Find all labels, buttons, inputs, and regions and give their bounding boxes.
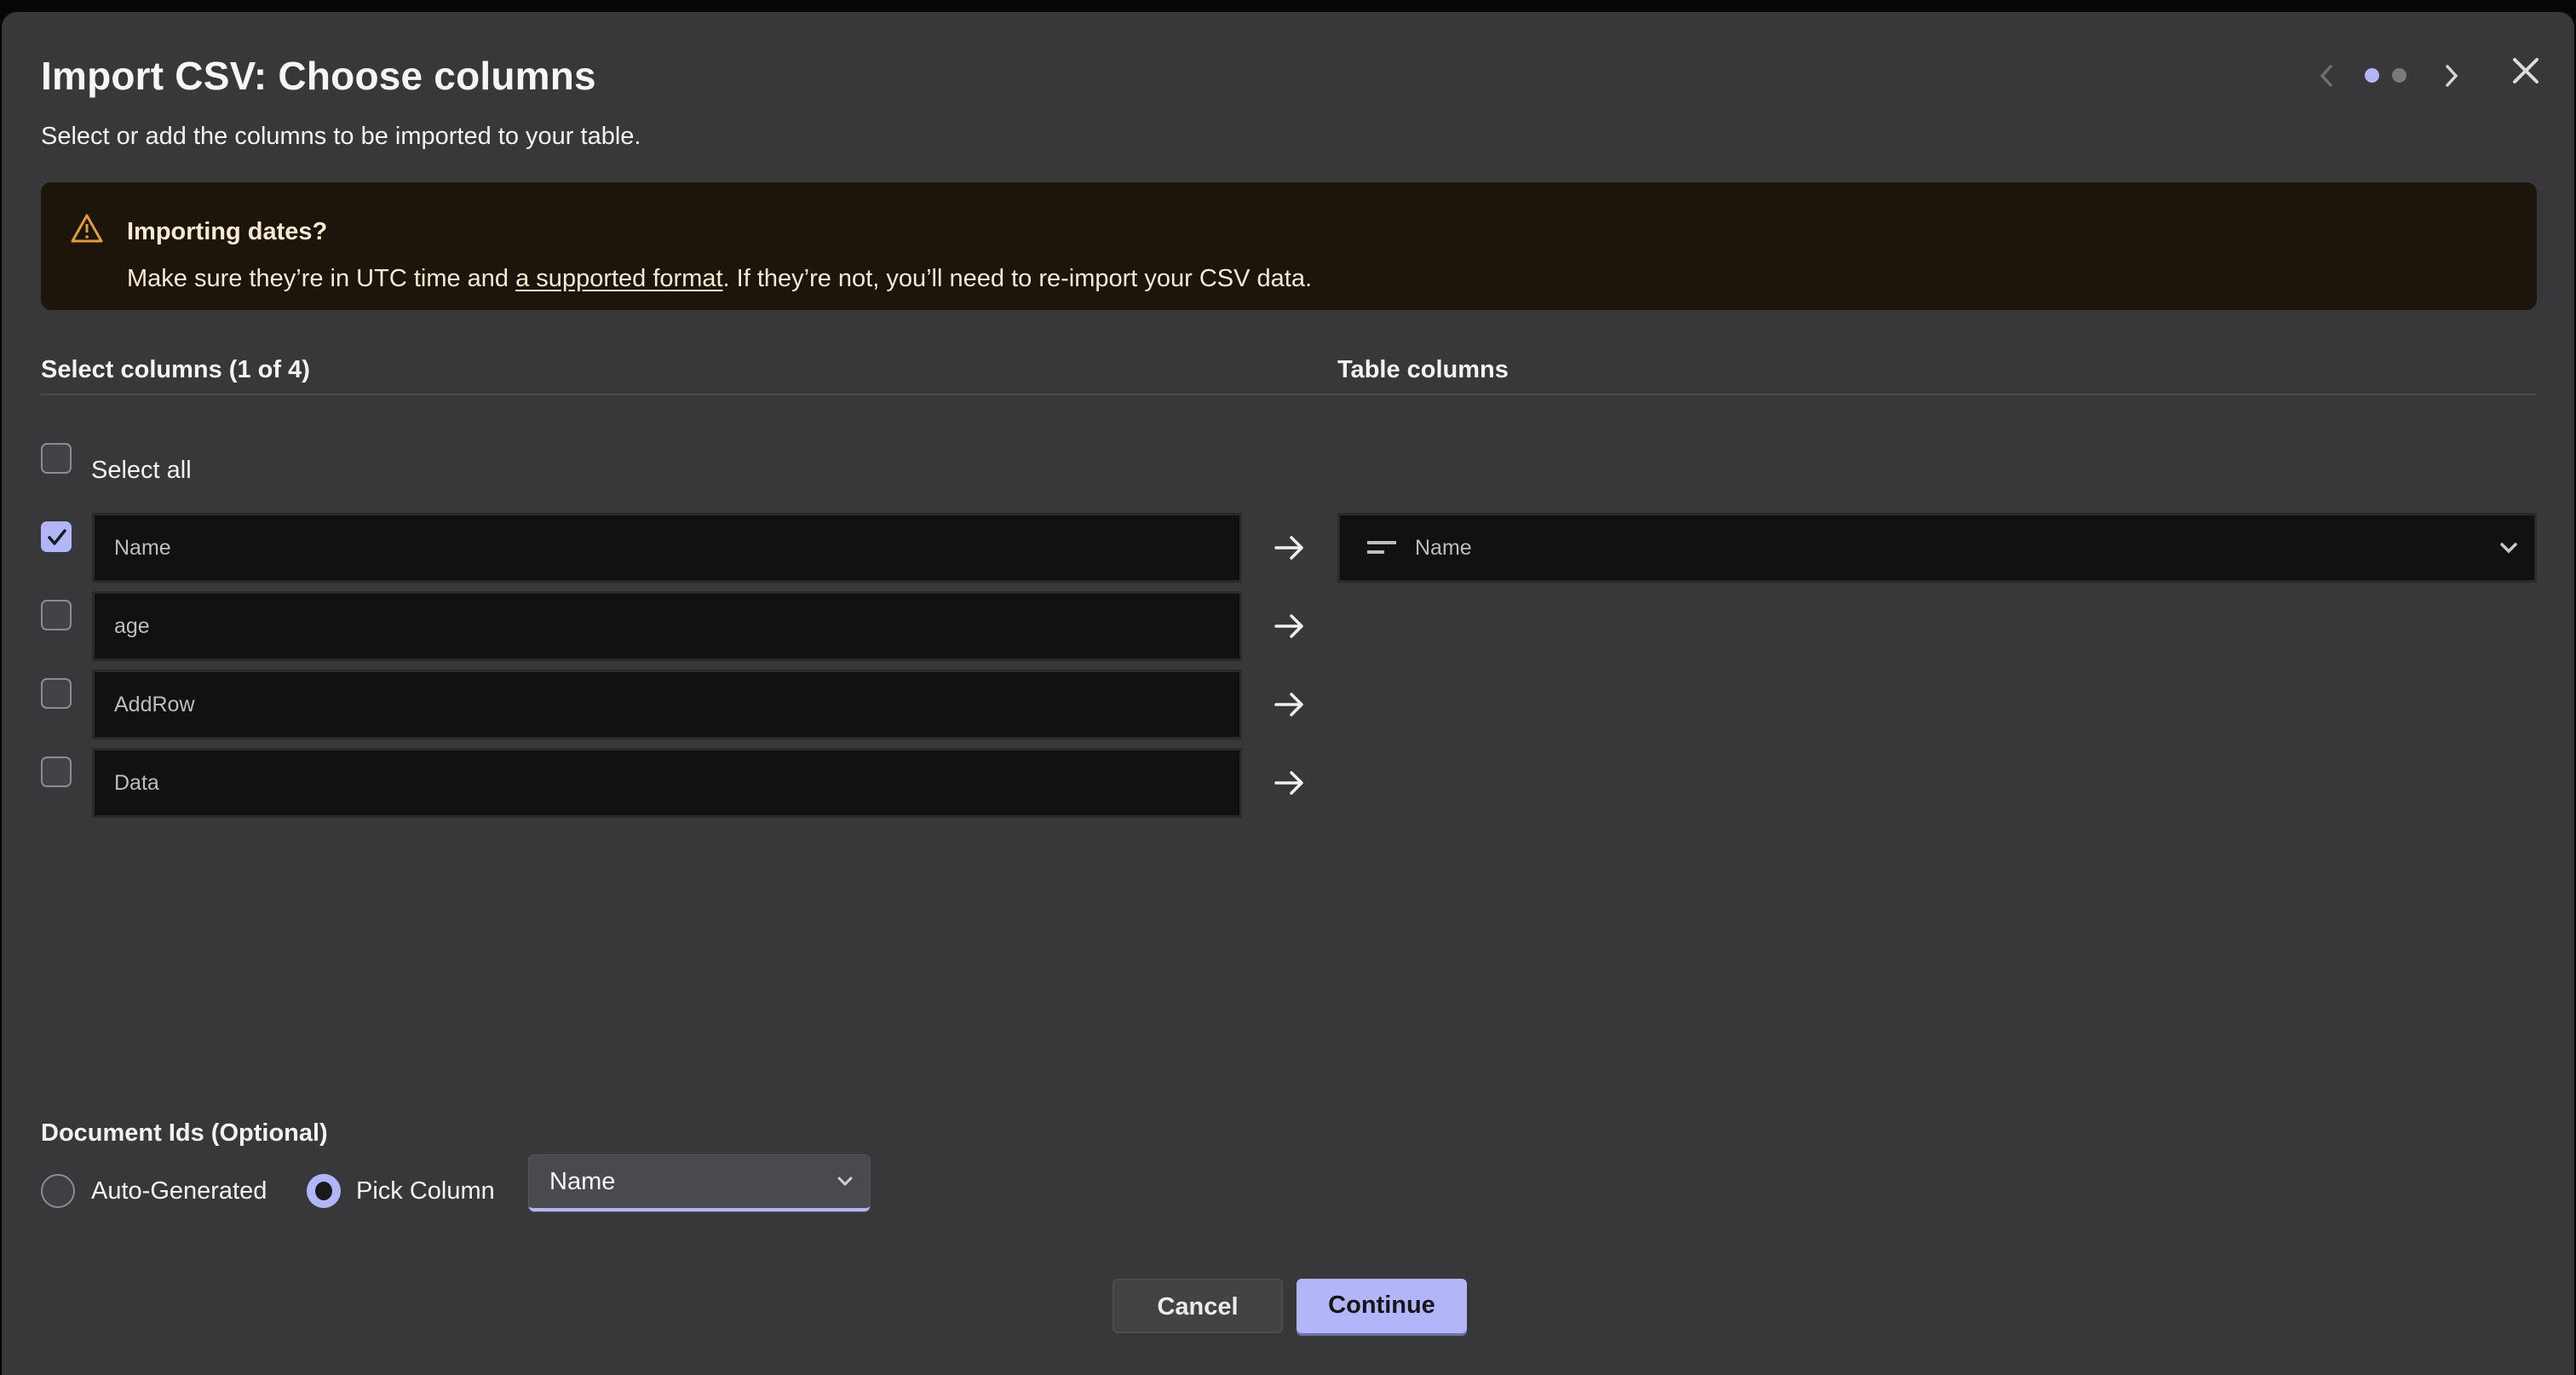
step-indicator-2 — [2392, 68, 2406, 83]
checkmark-icon — [48, 529, 66, 545]
supported-format-link[interactable]: a supported format — [515, 265, 722, 292]
column-checkbox-data[interactable] — [41, 757, 72, 787]
alert-body-text-end: . If they’re not, you’ll need to re-impo… — [722, 265, 1313, 292]
alert-body-text: Make sure they’re in UTC time and — [127, 265, 516, 292]
table-column-select-value: Name — [1415, 536, 1472, 560]
csv-column-field[interactable]: Name — [92, 513, 1242, 583]
next-step-button[interactable] — [2434, 55, 2468, 97]
select-all-checkbox[interactable] — [41, 443, 72, 474]
auto-generated-label: Auto-Generated — [91, 1177, 267, 1205]
close-icon — [2513, 58, 2539, 83]
document-ids-label: Document Ids (Optional) — [41, 1119, 328, 1147]
previous-step-button[interactable] — [2310, 55, 2344, 97]
select-columns-header: Select columns (1 of 4) — [41, 356, 310, 383]
dialog-title: Import CSV: Choose columns — [41, 54, 596, 98]
table-columns-header: Table columns — [1337, 356, 1509, 383]
pick-column-radio[interactable] — [307, 1174, 341, 1208]
chevron-right-icon — [2446, 65, 2458, 87]
csv-column-field[interactable]: age — [92, 591, 1242, 661]
columns-divider — [41, 394, 2537, 395]
arrow-right-icon — [1274, 536, 1303, 560]
column-checkbox-name[interactable] — [41, 521, 72, 552]
pick-column-label: Pick Column — [356, 1177, 495, 1205]
step-indicator-1-active — [2365, 68, 2379, 83]
csv-column-field[interactable]: Data — [92, 748, 1242, 818]
arrow-right-icon — [1274, 771, 1303, 795]
cancel-button[interactable]: Cancel — [1113, 1279, 1283, 1333]
chevron-left-icon — [2320, 65, 2332, 87]
arrow-right-icon — [1274, 614, 1303, 638]
table-column-select[interactable]: Name — [1337, 513, 2537, 583]
arrow-right-icon — [1274, 693, 1303, 716]
document-id-column-select[interactable]: Name — [529, 1155, 870, 1211]
column-checkbox-addrow[interactable] — [41, 678, 72, 709]
chevron-down-icon — [837, 1177, 853, 1187]
select-all-label: Select all — [91, 457, 192, 484]
warning-triangle-icon — [71, 214, 103, 243]
alert-title: Importing dates? — [127, 218, 328, 245]
continue-button[interactable]: Continue — [1297, 1279, 1467, 1333]
csv-column-field[interactable]: AddRow — [92, 670, 1242, 739]
close-button[interactable] — [2506, 51, 2545, 90]
alert-body: Make sure they’re in UTC time and a supp… — [127, 265, 1312, 293]
importing-dates-alert: Importing dates? Make sure they’re in UT… — [41, 182, 2537, 310]
auto-generated-radio[interactable] — [41, 1174, 75, 1208]
text-type-icon — [1367, 541, 1396, 554]
document-id-column-value: Name — [549, 1168, 616, 1195]
import-csv-dialog: Import CSV: Choose columns Select or add… — [2, 12, 2574, 1375]
dialog-subtitle: Select or add the columns to be imported… — [41, 123, 641, 150]
chevron-down-icon — [2500, 543, 2517, 554]
column-checkbox-age[interactable] — [41, 600, 72, 630]
